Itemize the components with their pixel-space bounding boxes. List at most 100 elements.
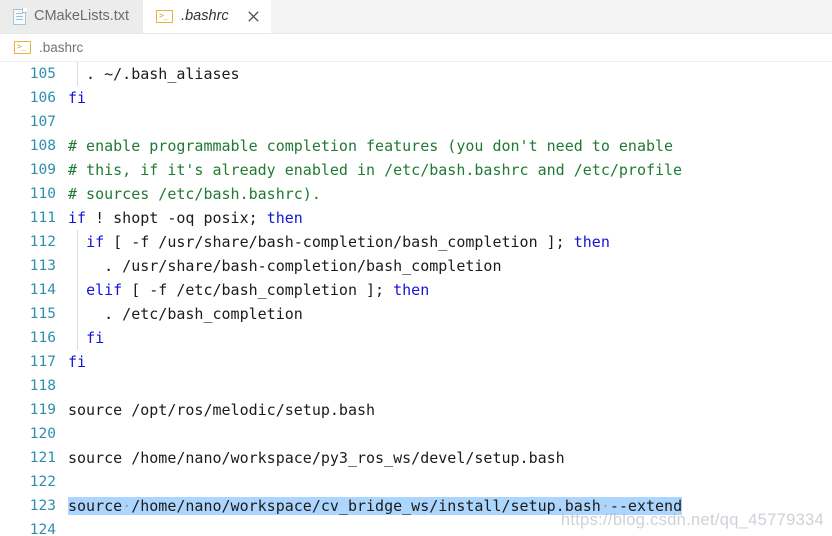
line-number: 121 [29, 450, 56, 466]
line-number: 118 [29, 378, 56, 394]
code-line-content[interactable]: fi [68, 350, 832, 374]
line-number: 109 [29, 162, 56, 178]
line-number: 112 [29, 234, 56, 250]
code-line[interactable]: 121 source /home/nano/workspace/py3_ros_w… [0, 446, 832, 470]
breadcrumb: >_ .bashrc [0, 34, 832, 62]
code-line[interactable]: 122 [0, 470, 832, 494]
code-token: source /opt/ros/melodic/setup.bash [68, 401, 376, 419]
code-line-content[interactable] [68, 422, 832, 446]
code-text: if ! shopt -oq posix; then [68, 209, 303, 227]
code-text: fi [68, 353, 86, 371]
breadcrumb-item-bashrc[interactable]: .bashrc [39, 40, 83, 55]
indent-guide [77, 230, 78, 254]
code-text: source /opt/ros/melodic/setup.bash [68, 401, 375, 419]
code-text: # enable programmable completion feature… [68, 137, 673, 155]
code-line[interactable]: 111 if ! shopt -oq posix; then [0, 206, 832, 230]
code-line-content[interactable]: elif [ -f /etc/bash_completion ]; then [68, 278, 832, 302]
line-number: 110 [29, 186, 56, 202]
code-line[interactable]: 119 source /opt/ros/melodic/setup.bash [0, 398, 832, 422]
code-line-content[interactable]: # sources /etc/bash.bashrc). [68, 182, 832, 206]
code-token: . /etc/bash_completion [68, 305, 303, 323]
line-number: 111 [29, 210, 56, 226]
code-token: [ -f /etc/bash_completion ]; [122, 281, 394, 299]
code-line-content[interactable]: if [ -f /usr/share/bash-completion/bash_… [68, 230, 832, 254]
code-token: [ -f /usr/share/bash-completion/bash_com… [104, 233, 574, 251]
code-line[interactable]: 110 # sources /etc/bash.bashrc). [0, 182, 832, 206]
line-number: 106 [29, 90, 56, 106]
code-token: source /home/nano/workspace/py3_ros_ws/d… [68, 449, 565, 467]
tab-bashrc[interactable]: >_ .bashrc [143, 0, 271, 33]
close-icon[interactable] [243, 6, 265, 28]
document-icon [13, 7, 27, 25]
code-line-content[interactable] [68, 470, 832, 494]
code-line[interactable]: 113 . /usr/share/bash-completion/bash_co… [0, 254, 832, 278]
code-line[interactable]: 107 [0, 110, 832, 134]
code-text: elif [ -f /etc/bash_completion ]; then [68, 281, 429, 299]
code-editor[interactable]: 105 . ~/.bash_aliases 106 fi 107 108 # enable… [0, 62, 832, 536]
code-line-content[interactable]: fi [68, 86, 832, 110]
code-line[interactable]: 109 # this, if it's already enabled in /e… [0, 158, 832, 182]
indent-guide [77, 62, 78, 86]
terminal-icon: >_ [14, 41, 31, 54]
code-text: source /home/nano/workspace/py3_ros_ws/d… [68, 449, 565, 467]
code-line-content[interactable]: fi [68, 326, 832, 350]
line-number: 119 [29, 402, 56, 418]
code-token: /home/nano/workspace/cv_bridge_ws/instal… [131, 497, 601, 515]
tab-label: CMakeLists.txt [34, 8, 130, 25]
code-text: # this, if it's already enabled in /etc/… [68, 161, 682, 179]
code-text: # sources /etc/bash.bashrc). [68, 185, 321, 203]
code-token: . /usr/share/bash-completion/bash_comple… [68, 257, 502, 275]
code-line-content[interactable]: . ~/.bash_aliases [68, 62, 832, 86]
watermark: https://blog.csdn.net/qq_45779334 [560, 511, 824, 529]
code-line[interactable]: 115 . /etc/bash_completion [0, 302, 832, 326]
code-line[interactable]: 112 if [ -f /usr/share/bash-completion/b… [0, 230, 832, 254]
code-text: fi [68, 329, 104, 347]
code-token: # enable programmable completion feature… [68, 137, 674, 155]
code-token: if [86, 233, 105, 251]
code-token: # sources /etc/bash.bashrc). [68, 185, 321, 203]
code-line[interactable]: 120 [0, 422, 832, 446]
tab-cmakelists-txt[interactable]: CMakeLists.txt [0, 0, 144, 33]
code-text: . /etc/bash_completion [68, 305, 303, 323]
code-token: · [122, 497, 132, 515]
code-line-content[interactable]: # enable programmable completion feature… [68, 134, 832, 158]
indent-guide [77, 278, 78, 302]
code-text: . ~/.bash_aliases [68, 65, 240, 83]
line-number: 120 [29, 426, 56, 442]
code-token: if [68, 209, 87, 227]
line-number: 123 [29, 498, 56, 514]
code-lines: 105 . ~/.bash_aliases 106 fi 107 108 # enable… [0, 62, 832, 536]
terminal-icon: >_ [156, 10, 174, 23]
code-token: elif [86, 281, 123, 299]
code-token: then [573, 233, 610, 251]
code-line[interactable]: 117 fi [0, 350, 832, 374]
code-line[interactable]: 114 elif [ -f /etc/bash_completion ]; th… [0, 278, 832, 302]
code-line-content[interactable]: source /home/nano/workspace/py3_ros_ws/d… [68, 446, 832, 470]
line-number: 117 [29, 354, 56, 370]
line-number: 114 [29, 282, 56, 298]
code-line-content[interactable] [68, 374, 832, 398]
code-text: . /usr/share/bash-completion/bash_comple… [68, 257, 501, 275]
tab-label: .bashrc [181, 8, 229, 25]
code-line-content[interactable]: . /etc/bash_completion [68, 302, 832, 326]
code-token: then [266, 209, 303, 227]
code-line[interactable]: 118 [0, 374, 832, 398]
line-number: 108 [29, 138, 56, 154]
line-number: 122 [29, 474, 56, 490]
code-token: . ~/.bash_aliases [68, 65, 240, 83]
code-text: if [ -f /usr/share/bash-completion/bash_… [68, 233, 610, 251]
editor-tab-strip: CMakeLists.txt >_ .bashrc [0, 0, 832, 34]
code-line-content[interactable]: . /usr/share/bash-completion/bash_comple… [68, 254, 832, 278]
code-line[interactable]: 105 . ~/.bash_aliases [0, 62, 832, 86]
indent-guide [77, 254, 78, 278]
code-line[interactable]: 116 fi [0, 326, 832, 350]
code-line[interactable]: 108 # enable programmable completion feat… [0, 134, 832, 158]
code-line-content[interactable]: # this, if it's already enabled in /etc/… [68, 158, 832, 182]
code-line-content[interactable] [68, 110, 832, 134]
line-number: 105 [29, 66, 56, 82]
code-line[interactable]: 106 fi [0, 86, 832, 110]
code-token: then [393, 281, 430, 299]
line-number: 113 [29, 258, 56, 274]
code-line-content[interactable]: source /opt/ros/melodic/setup.bash [68, 398, 832, 422]
code-line-content[interactable]: if ! shopt -oq posix; then [68, 206, 832, 230]
